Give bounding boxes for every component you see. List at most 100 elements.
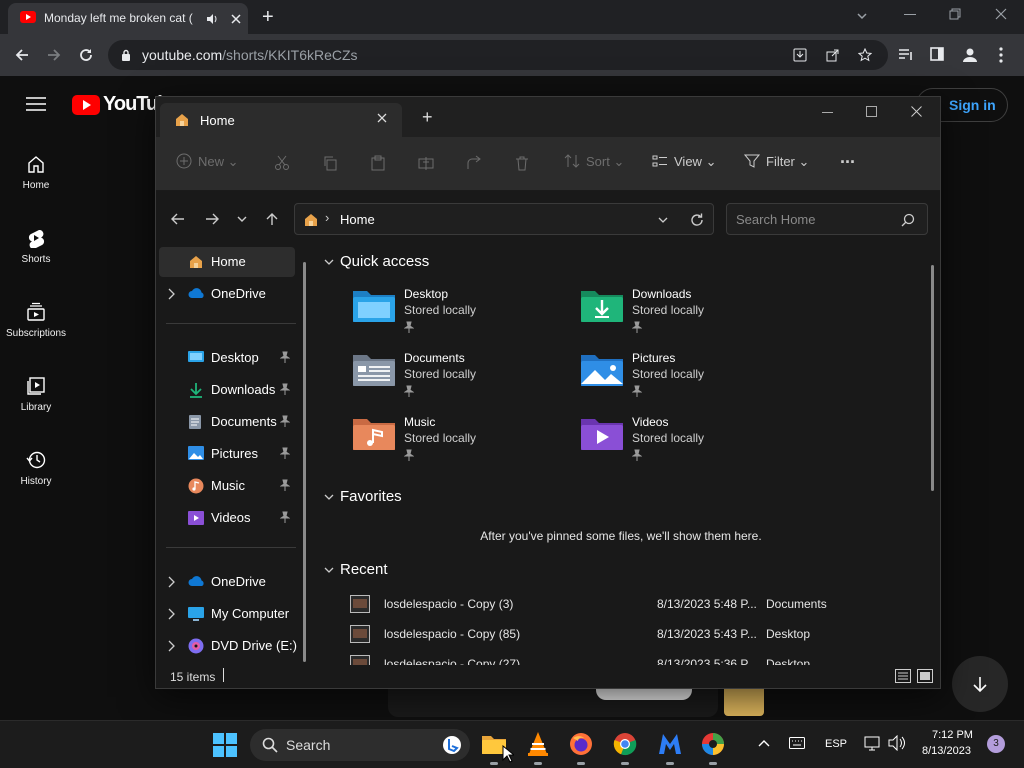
recent-row[interactable]: losdelespacio - Copy (27) 8/13/2023 5:36…: [346, 653, 906, 665]
search-input[interactable]: Search Home: [726, 203, 928, 235]
qa-item-videos[interactable]: Videos Stored locally: [580, 415, 800, 471]
chrome-menu-icon[interactable]: [999, 47, 1003, 63]
windows-start-icon[interactable]: [213, 733, 237, 757]
chrome-icon[interactable]: [613, 732, 637, 756]
colorful-app-icon[interactable]: [701, 732, 725, 756]
close-window-icon[interactable]: [995, 8, 1007, 20]
address-bar[interactable]: › Home: [294, 203, 714, 235]
minimize-icon[interactable]: [904, 14, 916, 16]
nav-item-music[interactable]: Music: [156, 471, 302, 501]
copy-icon[interactable]: [322, 155, 338, 171]
up-icon[interactable]: [264, 211, 280, 227]
pin-icon[interactable]: [280, 447, 290, 459]
address-bar[interactable]: youtube.com/shorts/KKIT6kReCZs: [108, 40, 888, 70]
chevron-up-icon[interactable]: [758, 739, 770, 747]
hamburger-menu-icon[interactable]: [26, 97, 46, 111]
vlc-icon[interactable]: [526, 731, 550, 757]
see-more-button[interactable]: ...: [840, 147, 855, 168]
yt-nav-home[interactable]: Home: [0, 146, 72, 220]
yt-nav-shorts[interactable]: Shorts: [0, 220, 72, 294]
qa-item-pictures[interactable]: Pictures Stored locally: [580, 351, 800, 407]
new-button[interactable]: New ⌄: [176, 153, 239, 170]
side-panel-icon[interactable]: [930, 47, 944, 61]
search-icon[interactable]: [901, 213, 915, 227]
clock-time[interactable]: 7:12 PM: [932, 729, 973, 741]
qa-item-music[interactable]: Music Stored locally: [352, 415, 572, 471]
pin-icon[interactable]: [280, 511, 290, 523]
view-button[interactable]: View ⌄: [652, 153, 716, 170]
delete-icon[interactable]: [514, 155, 530, 171]
recent-section-header[interactable]: Recent: [324, 561, 388, 578]
cut-icon[interactable]: [274, 155, 290, 171]
taskbar-search[interactable]: Search: [250, 729, 470, 761]
notification-badge[interactable]: 3: [987, 735, 1005, 753]
yt-nav-library[interactable]: Library: [0, 368, 72, 442]
bookmark-star-icon[interactable]: [858, 48, 872, 62]
rename-icon[interactable]: [418, 155, 434, 171]
reload-icon[interactable]: [78, 47, 94, 63]
nav-item-pictures[interactable]: Pictures: [156, 439, 302, 469]
speaker-icon[interactable]: [206, 13, 218, 25]
nav-item-documents[interactable]: Documents: [156, 407, 302, 437]
profile-icon[interactable]: [962, 47, 978, 63]
qa-item-downloads[interactable]: Downloads Stored locally: [580, 287, 800, 343]
close-tab-icon[interactable]: [377, 113, 387, 123]
sort-button[interactable]: Sort ⌄: [564, 153, 624, 170]
chevron-right-icon[interactable]: [167, 288, 175, 300]
nav-item-videos[interactable]: Videos: [156, 503, 302, 533]
chevron-right-icon[interactable]: [167, 608, 175, 620]
nav-item-downloads[interactable]: Downloads: [156, 375, 302, 405]
pin-icon[interactable]: [280, 383, 290, 395]
refresh-icon[interactable]: [689, 212, 705, 228]
nav-item-onedrive[interactable]: OneDrive: [156, 279, 302, 309]
pin-icon[interactable]: [280, 351, 290, 363]
qa-item-documents[interactable]: Documents Stored locally: [352, 351, 572, 407]
paste-icon[interactable]: [370, 155, 386, 171]
explorer-tab-home[interactable]: Home: [160, 103, 402, 137]
quick-access-header[interactable]: Quick access: [324, 253, 429, 270]
keyboard-icon[interactable]: [789, 737, 805, 749]
close-window-icon[interactable]: [911, 106, 922, 117]
close-tab-icon[interactable]: [230, 13, 242, 25]
content-scrollbar[interactable]: [931, 265, 934, 491]
pin-icon[interactable]: [280, 479, 290, 491]
volume-icon[interactable]: [888, 735, 906, 751]
tab-search-icon[interactable]: [856, 10, 868, 22]
back-icon[interactable]: [14, 47, 30, 63]
explorer-new-tab-button[interactable]: +: [422, 107, 433, 128]
language-indicator[interactable]: ESP: [825, 738, 847, 750]
pin-icon[interactable]: [280, 415, 290, 427]
chevron-right-icon[interactable]: [167, 640, 175, 652]
clock-date[interactable]: 8/13/2023: [922, 745, 971, 757]
forward-icon[interactable]: [46, 47, 62, 63]
minimize-icon[interactable]: [822, 112, 833, 113]
filter-button[interactable]: Filter ⌄: [744, 153, 809, 170]
next-short-button[interactable]: [952, 656, 1008, 712]
tiles-view-icon[interactable]: [917, 669, 933, 683]
lock-icon[interactable]: [121, 49, 131, 61]
recent-row[interactable]: losdelespacio - Copy (3) 8/13/2023 5:48 …: [346, 593, 906, 617]
nav-item-dvd-drive[interactable]: DVD Drive (E:) 1(: [156, 631, 310, 661]
network-icon[interactable]: [864, 735, 880, 751]
install-icon[interactable]: [793, 48, 807, 62]
forward-icon[interactable]: [204, 211, 220, 227]
restore-icon[interactable]: [949, 8, 961, 20]
recent-row[interactable]: losdelespacio - Copy (85) 8/13/2023 5:43…: [346, 623, 906, 647]
nav-scrollbar[interactable]: [303, 262, 306, 662]
qa-item-desktop[interactable]: Desktop Stored locally: [352, 287, 572, 343]
details-view-icon[interactable]: [895, 669, 911, 683]
back-icon[interactable]: [170, 211, 186, 227]
nav-item-onedrive-2[interactable]: OneDrive: [156, 567, 302, 597]
address-dropdown-icon[interactable]: [657, 214, 669, 226]
breadcrumb-home[interactable]: Home: [340, 212, 375, 227]
nav-item-my-computer[interactable]: My Computer: [156, 599, 302, 629]
maximize-icon[interactable]: [866, 106, 877, 117]
nav-item-home[interactable]: Home: [159, 247, 295, 277]
yt-nav-history[interactable]: History: [0, 442, 72, 516]
nav-item-desktop[interactable]: Desktop: [156, 343, 302, 373]
firefox-icon[interactable]: [569, 732, 593, 756]
youtube-logo[interactable]: YouTube: [72, 93, 180, 117]
yt-nav-subscriptions[interactable]: Subscriptions: [0, 294, 72, 368]
new-tab-button[interactable]: +: [262, 6, 274, 29]
malwarebytes-icon[interactable]: [657, 732, 683, 756]
